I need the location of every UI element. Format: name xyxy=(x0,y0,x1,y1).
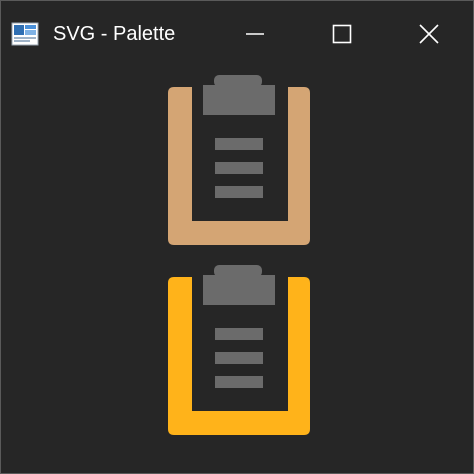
minimize-button[interactable] xyxy=(232,11,278,57)
window-title: SVG - Palette xyxy=(53,23,176,45)
clipboard-icon xyxy=(168,265,310,435)
close-icon xyxy=(419,24,439,44)
maximize-button[interactable] xyxy=(319,11,365,57)
clipboard-line xyxy=(215,138,263,150)
maximize-icon xyxy=(332,24,352,44)
clipboard-line xyxy=(215,376,263,388)
clipboard-line xyxy=(215,186,263,198)
clipboard-clip-base xyxy=(203,85,275,115)
clipboard-icon xyxy=(168,75,310,245)
palette-canvas xyxy=(1,67,473,473)
app-window: SVG - Palette xyxy=(0,0,474,474)
clipboard-clip-base xyxy=(203,275,275,305)
clipboard-line xyxy=(215,328,263,340)
clipboard-line xyxy=(215,162,263,174)
close-button[interactable] xyxy=(406,11,452,57)
title-bar[interactable]: SVG - Palette xyxy=(1,1,473,67)
minimize-icon xyxy=(246,33,264,35)
clipboard-line xyxy=(215,352,263,364)
app-icon[interactable] xyxy=(11,22,39,46)
